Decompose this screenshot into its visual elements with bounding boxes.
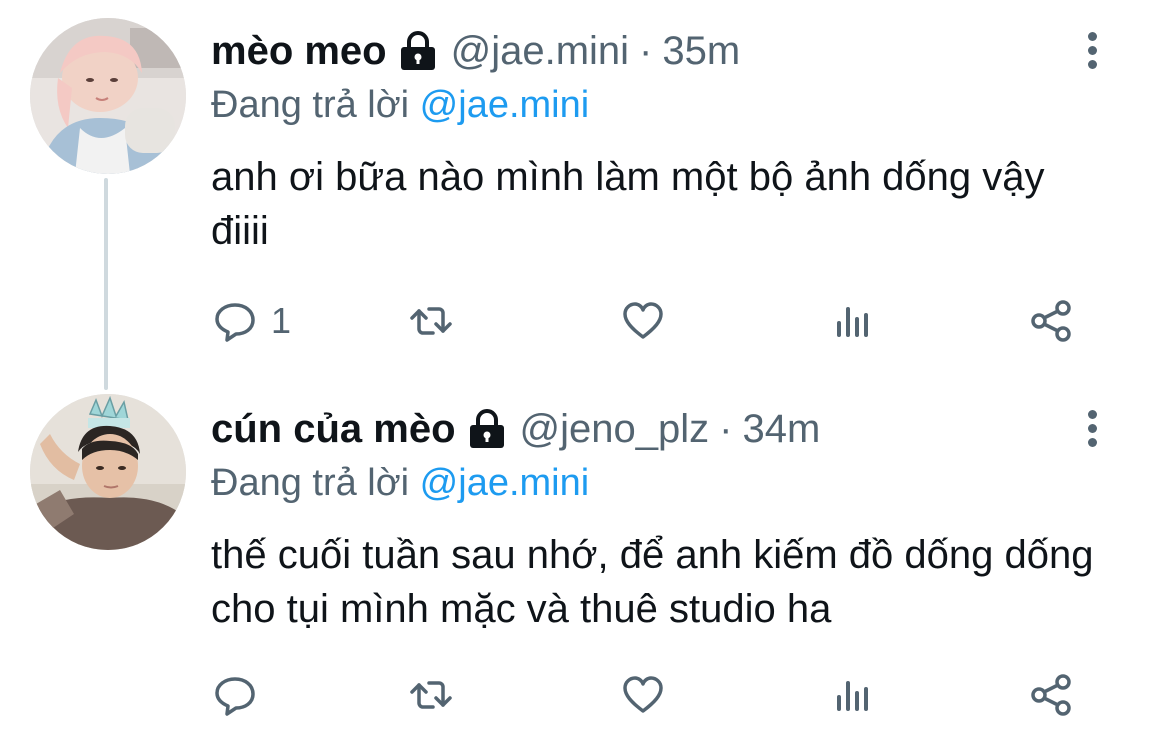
reply-icon [213,673,257,717]
heart-icon [621,673,665,717]
more-vertical-icon[interactable] [1080,32,1104,76]
tweet-text: thế cuối tuần sau nhớ, để anh kiếm đồ dố… [211,533,1094,631]
reply-button[interactable] [213,670,271,720]
tweet-actions: 1 [211,296,1092,346]
avatar[interactable] [30,18,186,174]
share-button[interactable] [1029,670,1073,720]
reply-mention-link[interactable]: @jae.mini [420,84,590,126]
reply-icon [213,299,257,343]
views-button[interactable] [829,670,873,720]
separator-dot: · [639,28,653,73]
tweet-actions [211,670,1092,720]
tweet-content: cún của mèo @jeno_plz · 34m Đang trả lời… [211,404,1112,636]
reply-mention-link[interactable]: @jae.mini [420,462,590,504]
share-icon [1029,299,1073,343]
views-chart-icon [829,673,873,717]
retweet-button[interactable] [409,670,453,720]
replying-to: Đang trả lời @jae.mini [211,456,1112,510]
retweet-button[interactable] [409,296,453,346]
tweet-item[interactable]: cún của mèo @jeno_plz · 34m Đang trả lời… [0,378,1152,739]
user-handle[interactable]: @jeno_plz [520,407,710,452]
lock-icon [399,31,437,71]
display-name[interactable]: cún của mèo [211,407,456,452]
tweet-item[interactable]: mèo meo @jae.mini · 35m Đang trả lời @ja… [0,0,1152,380]
separator-dot: · [719,406,733,451]
like-button[interactable] [621,670,665,720]
replying-to-label: Đang trả lời [211,84,410,126]
lock-icon [468,409,506,449]
user-handle[interactable]: @jae.mini [451,29,629,74]
retweet-icon [409,299,453,343]
replying-to: Đang trả lời @jae.mini [211,78,1112,132]
like-button[interactable] [621,296,665,346]
timestamp[interactable]: 35m [662,29,740,74]
tweet-header: cún của mèo @jeno_plz · 34m [211,404,1112,454]
display-name[interactable]: mèo meo [211,29,387,74]
share-button[interactable] [1029,296,1073,346]
more-vertical-icon[interactable] [1080,410,1104,454]
avatar[interactable] [30,394,186,550]
heart-icon [621,299,665,343]
retweet-icon [409,673,453,717]
views-chart-icon [829,299,873,343]
reply-count: 1 [271,300,292,341]
tweet-content: mèo meo @jae.mini · 35m Đang trả lời @ja… [211,26,1112,258]
share-icon [1029,673,1073,717]
reply-thread: mèo meo @jae.mini · 35m Đang trả lời @ja… [0,0,1152,739]
tweet-header: mèo meo @jae.mini · 35m [211,26,1112,76]
tweet-text: anh ơi bữa nào mình làm một bộ ảnh dống … [211,155,1045,253]
timestamp[interactable]: 34m [742,407,820,452]
replying-to-label: Đang trả lời [211,462,410,504]
reply-button[interactable]: 1 [213,296,291,346]
views-button[interactable] [829,296,873,346]
